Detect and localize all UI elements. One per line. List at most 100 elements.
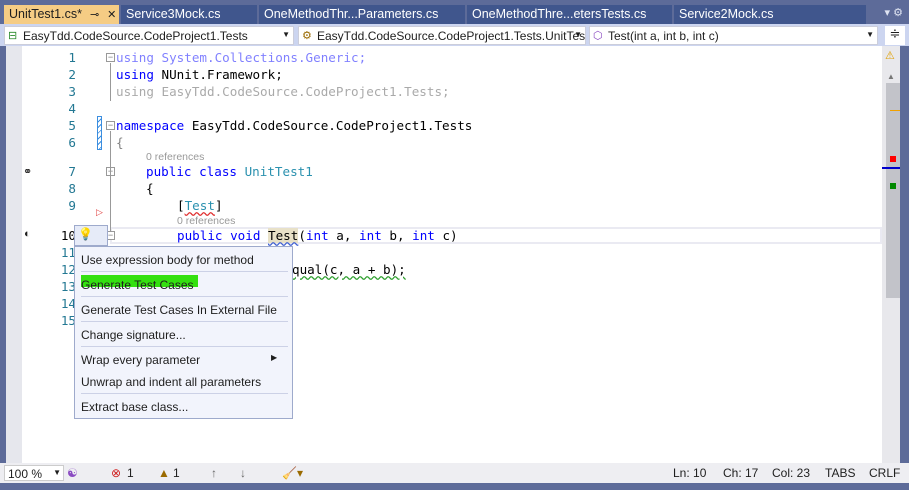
menu-item-extract-base-class[interactable]: Extract base class... [81,400,188,414]
tab-label: Service2Mock.cs [679,7,774,21]
chevron-down-icon: ▼ [282,30,290,39]
separator [81,296,288,297]
attribute-name: Test [184,198,215,213]
code-text: a, [328,228,360,243]
tab-options[interactable]: ▾ ⚙ [885,6,903,19]
arrow-down-icon[interactable]: ↓ [240,466,246,480]
menu-item-change-signature[interactable]: Change signature... [81,328,186,342]
code-line-12: qual(c, a + b); [292,262,406,277]
keyword: namespace [116,118,185,133]
warning-count[interactable]: 1 [173,466,180,480]
dropdown-icon[interactable]: ▾ [885,7,891,19]
project-label: EasyTdd.CodeSource.CodeProject1.Tests [23,29,248,43]
scroll-up-icon[interactable]: ▲ [887,72,895,81]
error-marker [890,156,896,162]
menu-item-generate-test-cases-external[interactable]: Generate Test Cases In External File [81,303,277,317]
intellicode-icon[interactable]: ☯ [67,466,78,480]
collapse-icon[interactable]: − [106,121,115,130]
line-number: 3 [68,84,76,99]
code-text: c) [434,228,458,243]
menu-item-generate-test-cases[interactable]: Generate Test Cases [81,278,194,292]
indent-mode[interactable]: TABS [825,466,855,480]
code-line-3: using EasyTdd.CodeSource.CodeProject1.Te… [116,84,450,99]
quick-actions-button[interactable]: 💡 ▼ [74,225,108,254]
split-window-button[interactable]: ≑ [885,26,905,45]
class-icon: ⚙ [302,30,312,42]
close-icon[interactable]: ✕ [107,9,116,21]
member-label: Test(int a, int b, int c) [608,29,719,43]
menu-item-unwrap-parameters[interactable]: Unwrap and indent all parameters [81,375,261,389]
tab-service2mock[interactable]: Service2Mock.cs [674,5,866,24]
line-number: 13 [60,279,76,294]
vertical-scrollbar[interactable]: ⚠ ▲ [882,46,900,463]
outline-line [110,131,111,231]
change-marker [890,183,896,189]
type-label: EasyTdd.CodeSource.CodeProject1.Tests.Un… [317,29,586,43]
keyword: int [359,228,382,243]
tab-label: OneMethodThr...Parameters.cs [264,7,439,21]
error-icon[interactable]: ⊗ [111,466,121,480]
project-dropdown[interactable]: ⊟ EasyTdd.CodeSource.CodeProject1.Tests ▼ [4,26,294,45]
chevron-down-icon: ▼ [53,468,61,477]
line-number: 8 [68,181,76,196]
line-number: 2 [68,67,76,82]
error-count[interactable]: 1 [127,466,134,480]
marker [890,110,900,111]
outline-line [110,63,111,101]
zoom-dropdown[interactable]: 100 % ▼ [4,465,64,481]
separator [81,393,288,394]
navigation-bar: ⊟ EasyTdd.CodeSource.CodeProject1.Tests ▼ … [0,24,909,46]
change-marker [97,116,102,150]
line-indicator[interactable]: Ln: 10 [673,466,706,480]
code-line-7: public class UnitTest1 [146,164,313,179]
codelens-references[interactable]: 0 references [146,151,204,163]
column-indicator[interactable]: Col: 23 [772,466,810,480]
line-number: 14 [60,296,76,311]
separator [81,321,288,322]
code-line-6: { [116,135,124,150]
status-bar: 100 % ▼ ☯ ⊗ 1 ▲ 1 ↑ ↓ 🧹▾ Ln: 10 Ch: 17 Col:… [0,463,909,483]
gear-icon[interactable]: ⚙ [893,7,903,19]
scroll-thumb[interactable] [886,83,900,298]
quick-actions-menu: Use expression body for method Generate … [74,246,293,419]
line-number: 5 [68,118,76,133]
code-line-1: using System.Collections.Generic; [116,50,366,65]
line-number: 1 [68,50,76,65]
tab-label: OneMethodThre...etersTests.cs [472,7,647,21]
project-icon: ⊟ [8,30,18,42]
member-dropdown[interactable]: ⬡ Test(int a, int b, int c) ▼ [589,26,878,45]
submenu-arrow-icon: ▶ [271,353,278,362]
lightbulb-icon: 💡 [78,227,93,241]
pin-icon[interactable]: ⊸ [90,9,99,21]
code-cleanup-icon[interactable]: 🧹▾ [282,466,303,480]
code-text: b, [381,228,413,243]
keyword: public void [177,228,261,243]
line-number: 12 [60,262,76,277]
code-editor[interactable]: ⚭ ◐ ▷ 1 2 3 4 5 6 7 8 9 10 11 12 13 14 1… [6,46,900,463]
tab-service3mock[interactable]: Service3Mock.cs [121,5,257,24]
line-number: 15 [60,313,76,328]
code-line-5: namespace EasyTdd.CodeSource.CodeProject… [116,118,472,133]
code-text: using System.Collections.Generic; [116,50,367,65]
line-number: 6 [68,135,76,150]
code-text: EasyTdd.CodeSource.CodeProject1.Tests [184,118,473,133]
method-icon: ⬡ [593,30,603,42]
line-ending[interactable]: CRLF [869,466,900,480]
tab-onemethod-tests[interactable]: OneMethodThre...etersTests.cs [467,5,672,24]
class-name: UnitTest1 [244,164,313,179]
arrow-up-icon[interactable]: ↑ [211,466,217,480]
glyph-margin [6,46,22,463]
code-text: ( [298,228,306,243]
type-dropdown[interactable]: ⚙ EasyTdd.CodeSource.CodeProject1.Tests.U… [298,26,586,45]
menu-item-expression-body[interactable]: Use expression body for method [81,253,254,267]
tab-onemethod-parameters[interactable]: OneMethodThr...Parameters.cs [259,5,465,24]
code-line-8: { [146,181,154,196]
char-indicator[interactable]: Ch: 17 [723,466,758,480]
collapse-icon[interactable]: − [106,53,115,62]
menu-item-wrap-parameters[interactable]: Wrap every parameter [81,353,200,367]
codelens-references[interactable]: 0 references [177,215,235,227]
tab-unittest1[interactable]: UnitTest1.cs* ⊸ ✕ [4,5,119,24]
keyword: using [116,67,154,82]
tab-label: Service3Mock.cs [126,7,221,21]
warning-icon[interactable]: ▲ [158,466,170,480]
